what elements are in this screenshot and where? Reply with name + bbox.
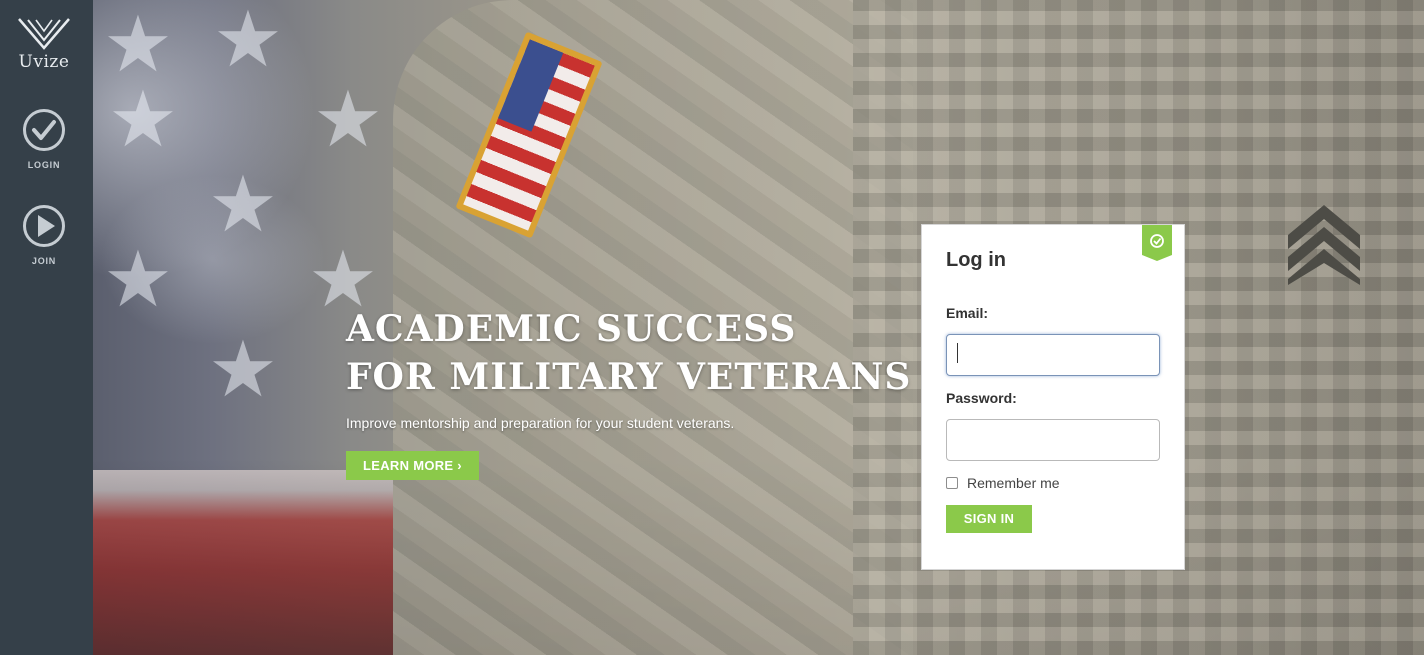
sign-in-button[interactable]: SIGN IN (946, 505, 1032, 533)
star-decoration: ★ (208, 325, 278, 413)
logo-text: Uvize (18, 52, 70, 72)
text-caret (957, 343, 958, 363)
sidebar: Uvize LOGIN JOIN (0, 0, 93, 655)
remember-me-row[interactable]: Remember me (946, 475, 1060, 491)
uvize-logo-icon (18, 18, 70, 50)
hero-background: ★ ★ ★ ★ ★ ★ ★ ★ ACADEMIC SUCCESS FOR MIL… (93, 0, 1424, 655)
sidebar-item-join[interactable]: JOIN (0, 204, 88, 266)
star-decoration: ★ (213, 0, 283, 83)
hero-content: ACADEMIC SUCCESS FOR MILITARY VETERANS I… (346, 305, 911, 480)
play-circle-icon (23, 205, 65, 247)
star-decoration: ★ (208, 160, 278, 248)
sidebar-item-label: LOGIN (27, 160, 61, 170)
star-decoration: ★ (313, 75, 383, 163)
learn-more-button[interactable]: LEARN MORE › (346, 451, 479, 480)
hero-title-line: FOR MILITARY VETERANS (346, 356, 912, 398)
hero-title: ACADEMIC SUCCESS FOR MILITARY VETERANS (346, 305, 911, 401)
login-title: Log in (946, 249, 1006, 271)
star-decoration: ★ (108, 75, 178, 163)
email-label: Email: (946, 305, 989, 321)
email-field[interactable] (946, 334, 1160, 376)
rank-chevron-icon (1288, 205, 1360, 285)
sidebar-item-login[interactable]: LOGIN (0, 108, 88, 170)
hero-title-line: ACADEMIC SUCCESS (346, 308, 797, 350)
star-decoration: ★ (103, 235, 173, 323)
flag-stripes (93, 470, 393, 655)
hero-subtitle: Improve mentorship and preparation for y… (346, 415, 735, 431)
password-label: Password: (946, 390, 1017, 406)
sidebar-item-label: JOIN (31, 256, 57, 266)
logo[interactable]: Uvize (0, 16, 88, 72)
check-circle-icon (23, 109, 65, 151)
password-field[interactable] (946, 419, 1160, 461)
remember-me-checkbox[interactable] (946, 477, 958, 489)
star-decoration: ★ (103, 0, 173, 88)
login-card: Log in Email: Password: Remember me SIGN… (921, 224, 1185, 570)
remember-me-label: Remember me (967, 475, 1060, 491)
check-circle-icon (1142, 225, 1172, 261)
